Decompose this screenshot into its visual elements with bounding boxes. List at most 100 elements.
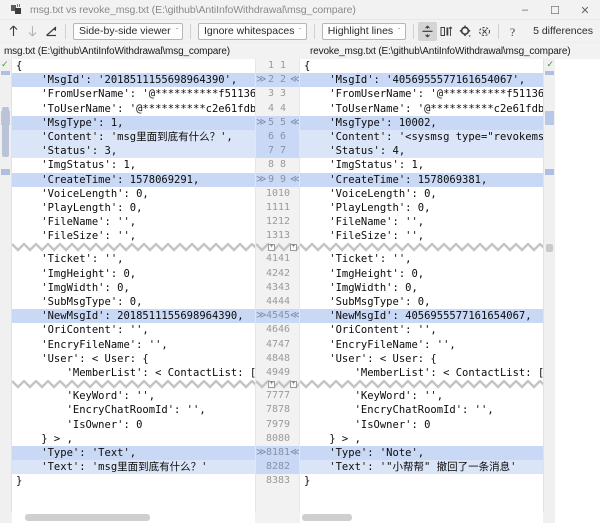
accept-right-chevron-icon[interactable]: ≪ — [290, 115, 299, 130]
left-scrollbar-thumb[interactable] — [2, 107, 9, 157]
code-line[interactable]: 'Status': 3, — [12, 144, 255, 159]
accept-left-chevron-icon[interactable]: ≫ — [256, 309, 266, 324]
accept-right-chevron-icon[interactable] — [290, 59, 299, 73]
close-button[interactable]: ✕ — [570, 0, 600, 20]
accept-left-chevron-icon[interactable] — [256, 389, 266, 403]
code-line[interactable]: 'Content': 'msg里面到底有什么？', — [12, 129, 255, 145]
accept-left-chevron-icon[interactable] — [256, 418, 266, 432]
accept-left-chevron-icon[interactable]: ≫ — [256, 172, 266, 187]
folded-region-marker[interactable] — [12, 243, 255, 253]
accept-left-chevron-icon[interactable] — [256, 295, 266, 309]
right-text-pane[interactable]: { 'MsgId': '4056955577161654067', 'FromU… — [300, 59, 543, 512]
accept-left-chevron-icon[interactable] — [256, 158, 266, 172]
left-horizontal-scrollbar[interactable] — [12, 512, 255, 523]
left-diff-marker-scrollbar[interactable]: ✓ — [0, 59, 12, 512]
code-line[interactable]: 'Ticket': '', — [300, 252, 543, 266]
accept-left-chevron-icon[interactable]: ≫ — [256, 115, 266, 130]
code-line[interactable]: 'Text': '"小帮帮" 撤回了一条消息' — [300, 460, 543, 475]
code-line[interactable]: 'FromUserName': '@**********f511363f8200… — [12, 87, 255, 101]
code-line[interactable]: } > , — [300, 432, 543, 446]
code-line[interactable]: 'CreateTime': 1578069291, — [12, 172, 255, 187]
accept-left-chevron-icon[interactable] — [256, 352, 266, 366]
accept-right-chevron-icon[interactable] — [290, 432, 299, 446]
code-line[interactable]: } — [12, 474, 255, 488]
accept-left-chevron-icon[interactable] — [256, 432, 266, 446]
accept-right-chevron-icon[interactable] — [290, 418, 299, 432]
code-line[interactable]: 'OriContent': '', — [12, 323, 255, 337]
code-line[interactable]: 'ImgWidth': 0, — [12, 281, 255, 295]
minimize-button[interactable]: – — [510, 0, 540, 20]
question-mark-icon[interactable]: ? — [503, 22, 522, 41]
code-line[interactable]: 'User': < User: { — [12, 352, 255, 366]
highlight-mode-combo[interactable]: Highlight lines ˇ — [321, 22, 406, 40]
align-columns-icon[interactable] — [437, 22, 456, 41]
code-line[interactable]: 'FromUserName': '@**********f511363f8200… — [300, 87, 543, 101]
code-line[interactable]: 'MsgId': '2018511155698964390', — [12, 73, 255, 88]
whitespace-mode-combo[interactable]: Ignore whitespaces ˇ — [197, 22, 307, 40]
accept-right-chevron-icon[interactable] — [290, 252, 299, 266]
code-line[interactable]: 'PlayLength': 0, — [12, 201, 255, 215]
code-line[interactable]: 'MsgType': 1, — [12, 115, 255, 130]
code-line[interactable]: 'EncryChatRoomId': '', — [12, 403, 255, 417]
code-line[interactable]: 'Content': '<sysmsg type="revokemsg"><re… — [300, 129, 543, 145]
accept-left-chevron-icon[interactable] — [256, 129, 266, 145]
accept-left-chevron-icon[interactable] — [256, 59, 266, 73]
code-line[interactable]: 'VoiceLength': 0, — [12, 187, 255, 201]
code-line[interactable]: 'FileSize': '', — [300, 229, 543, 243]
code-line[interactable]: 'MsgId': '4056955577161654067', — [300, 73, 543, 88]
accept-left-chevron-icon[interactable] — [256, 323, 266, 337]
code-line[interactable]: { — [12, 59, 255, 73]
maximize-button[interactable]: ☐ — [540, 0, 570, 20]
code-line[interactable]: 'EncryFileName': '', — [12, 338, 255, 352]
accept-right-chevron-icon[interactable] — [290, 187, 299, 201]
code-line[interactable]: { — [300, 59, 543, 73]
pencil-icon[interactable] — [42, 22, 61, 41]
code-line[interactable]: 'EncryChatRoomId': '', — [300, 403, 543, 417]
folded-region-marker[interactable] — [12, 380, 255, 390]
code-line[interactable]: 'FileSize': '', — [12, 229, 255, 243]
accept-left-chevron-icon[interactable] — [256, 215, 266, 229]
code-line[interactable]: 'CreateTime': 1578069381, — [300, 172, 543, 187]
accept-right-chevron-icon[interactable] — [290, 129, 299, 145]
expand-fold-button[interactable]: + — [290, 381, 297, 389]
accept-left-chevron-icon[interactable] — [256, 144, 266, 159]
accept-left-chevron-icon[interactable] — [256, 87, 266, 101]
accept-left-chevron-icon[interactable] — [256, 338, 266, 352]
accept-left-chevron-icon[interactable] — [256, 252, 266, 266]
accept-left-chevron-icon[interactable]: ≫ — [256, 445, 266, 461]
code-line[interactable]: 'FileName': '', — [300, 215, 543, 229]
code-line[interactable]: 'ToUserName': '@**********c2e61fdb47b5c2… — [12, 102, 255, 116]
accept-right-chevron-icon[interactable] — [290, 215, 299, 229]
code-line[interactable]: 'VoiceLength': 0, — [300, 187, 543, 201]
accept-right-chevron-icon[interactable]: ≪ — [290, 73, 299, 88]
accept-right-chevron-icon[interactable] — [290, 403, 299, 417]
right-horizontal-scrollbar[interactable] — [300, 512, 543, 523]
code-line[interactable]: 'NewMsgId': 2018511155698964390, — [12, 309, 255, 324]
right-diff-marker-scrollbar[interactable]: ✓ — [543, 59, 555, 512]
accept-right-chevron-icon[interactable] — [290, 295, 299, 309]
accept-left-chevron-icon[interactable] — [256, 267, 266, 281]
accept-left-chevron-icon[interactable] — [256, 187, 266, 201]
accept-left-chevron-icon[interactable]: ≫ — [256, 73, 266, 88]
accept-right-chevron-icon[interactable] — [290, 102, 299, 116]
accept-right-chevron-icon[interactable] — [290, 366, 299, 380]
code-line[interactable]: 'ImgStatus': 1, — [12, 158, 255, 172]
accept-left-chevron-icon[interactable] — [256, 474, 266, 488]
accept-right-chevron-icon[interactable] — [290, 389, 299, 403]
expand-fold-button[interactable]: + — [268, 244, 275, 252]
arrow-down-icon[interactable] — [23, 22, 42, 41]
viewer-mode-combo[interactable]: Side-by-side viewer ˇ — [73, 22, 183, 40]
code-line[interactable]: 'IsOwner': 0 — [12, 418, 255, 432]
code-line[interactable]: 'NewMsgId': 4056955577161654067, — [300, 309, 543, 324]
code-line[interactable]: 'SubMsgType': 0, — [300, 295, 543, 309]
right-hscroll-thumb[interactable] — [302, 514, 352, 521]
expand-fold-button[interactable]: + — [268, 381, 275, 389]
code-line[interactable]: 'PlayLength': 0, — [300, 201, 543, 215]
folded-region-marker[interactable] — [300, 380, 543, 390]
code-line[interactable]: } — [300, 474, 543, 488]
sync-scroll-icon[interactable] — [475, 22, 494, 41]
left-hscroll-thumb[interactable] — [25, 514, 150, 521]
code-line[interactable]: 'Text': 'msg里面到底有什么？' — [12, 460, 255, 475]
accept-left-chevron-icon[interactable] — [256, 229, 266, 243]
code-line[interactable]: } > , — [12, 432, 255, 446]
